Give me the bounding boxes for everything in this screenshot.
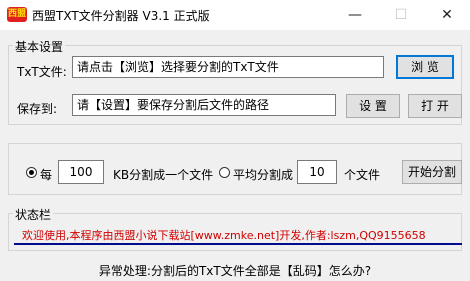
txt-file-input[interactable]: 请点击【浏览】选择要分割的TxT文件 <box>72 56 384 78</box>
average-split-label: 平均分割成 <box>233 168 294 182</box>
browse-button[interactable]: 浏 览 <box>396 55 454 79</box>
title-bar: 西盟 西盟TXT文件分割器 V3.1 正式版 — ☐ ✕ <box>0 0 470 30</box>
start-split-button[interactable]: 开始分割 <box>402 160 462 184</box>
split-average-radio[interactable] <box>219 167 230 178</box>
txt-file-label: TxT文件: <box>17 65 67 79</box>
close-button[interactable]: ✕ <box>424 0 470 30</box>
files-unit-label: 个文件 <box>344 168 381 182</box>
settings-button[interactable]: 设 置 <box>346 94 400 118</box>
kb-per-file-label: KB分割成一个文件 <box>113 168 214 182</box>
window-title: 西盟TXT文件分割器 V3.1 正式版 <box>32 9 210 23</box>
status-panel: 欢迎使用,本程序由西盟小说下载站[www.zmke.net]开发,作者:lszm… <box>14 225 462 245</box>
maximize-button[interactable]: ☐ <box>378 0 424 30</box>
basic-settings-label: 基本设置 <box>13 38 66 55</box>
garbled-text-help-link[interactable]: 异常处理:分割后的TxT文件全部是【乱码】怎么办? <box>0 262 470 279</box>
open-folder-button[interactable]: 打 开 <box>408 94 462 118</box>
file-count-input[interactable]: 10 <box>297 160 337 184</box>
split-by-size-radio[interactable] <box>26 167 37 178</box>
minimize-button[interactable]: — <box>332 0 378 30</box>
save-path-input[interactable]: 请【设置】要保存分割后文件的路径 <box>72 94 336 116</box>
save-to-label: 保存到: <box>17 102 58 116</box>
status-message: 欢迎使用,本程序由西盟小说下载站[www.zmke.net]开发,作者:lszm… <box>22 229 426 242</box>
per-label: 每 <box>40 168 53 182</box>
status-group-label: 状态栏 <box>13 206 54 223</box>
app-logo-icon: 西盟 <box>7 7 27 22</box>
split-size-input[interactable]: 100 <box>58 160 104 184</box>
